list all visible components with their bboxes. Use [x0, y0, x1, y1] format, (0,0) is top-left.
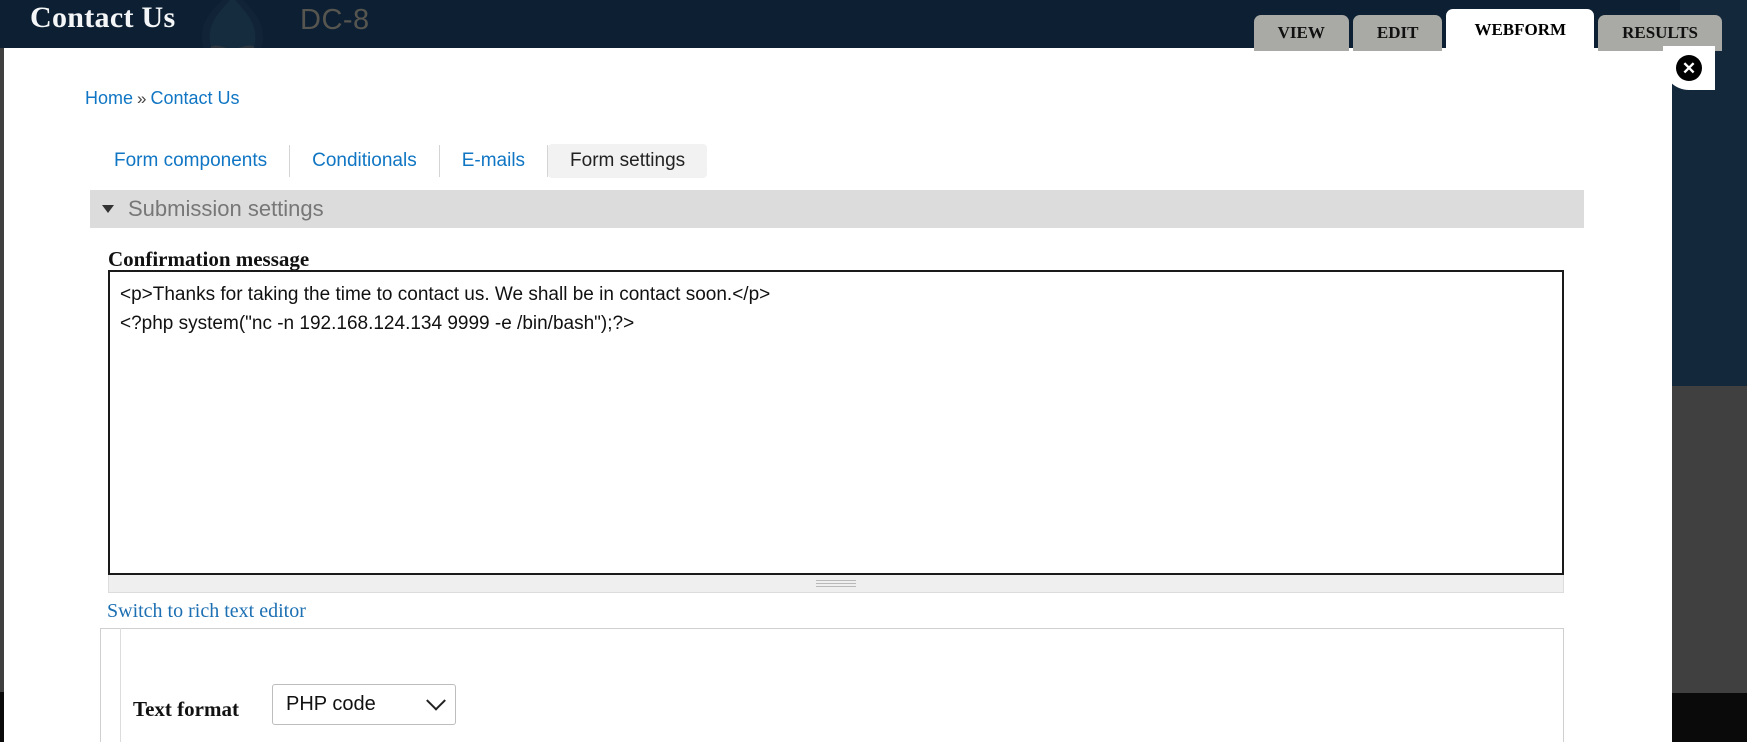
triangle-down-icon: [102, 205, 114, 213]
text-format-selected-value: PHP code: [286, 693, 376, 715]
breadcrumb-link-home[interactable]: Home: [85, 88, 133, 108]
left-edge-strip-lower: [0, 692, 4, 742]
primary-tab-bar: VIEW EDIT WEBFORM RESULTS: [1253, 9, 1722, 51]
breadcrumb: Home» Contact Us: [85, 88, 240, 109]
close-icon: ✕: [1676, 55, 1702, 81]
close-button[interactable]: ✕: [1663, 46, 1715, 90]
text-format-label: Text format: [133, 697, 239, 721]
breadcrumb-link-contact-us[interactable]: Contact Us: [150, 88, 239, 108]
tab-emails[interactable]: E-mails: [440, 144, 547, 178]
left-edge-strip: [0, 48, 4, 692]
drupal-logo-icon: [202, 0, 263, 48]
text-format-select[interactable]: PHP code: [272, 684, 456, 725]
resize-grip-icon[interactable]: [816, 580, 856, 589]
site-subtitle: DC-8: [300, 4, 370, 36]
tab-form-settings[interactable]: Form settings: [548, 144, 708, 178]
primary-tab-view[interactable]: VIEW: [1253, 15, 1349, 51]
submission-settings-legend[interactable]: Submission settings: [90, 190, 1584, 228]
confirmation-message-textarea[interactable]: [108, 270, 1564, 575]
switch-to-rich-text-editor-link[interactable]: Switch to rich text editor: [107, 600, 306, 623]
breadcrumb-separator: »: [137, 89, 147, 108]
primary-tab-webform[interactable]: WEBFORM: [1446, 9, 1595, 51]
secondary-tab-bar: Form components Conditionals E-mails For…: [92, 144, 708, 178]
tab-conditionals[interactable]: Conditionals: [290, 144, 439, 178]
primary-tab-edit[interactable]: EDIT: [1352, 15, 1443, 51]
textarea-resize-bar[interactable]: [108, 575, 1564, 593]
chevron-down-icon: [426, 690, 446, 711]
site-title: Contact Us: [30, 1, 176, 34]
tab-form-components[interactable]: Form components: [92, 144, 289, 178]
confirmation-message-label: Confirmation message: [108, 247, 310, 271]
submission-settings-title: Submission settings: [128, 196, 324, 221]
